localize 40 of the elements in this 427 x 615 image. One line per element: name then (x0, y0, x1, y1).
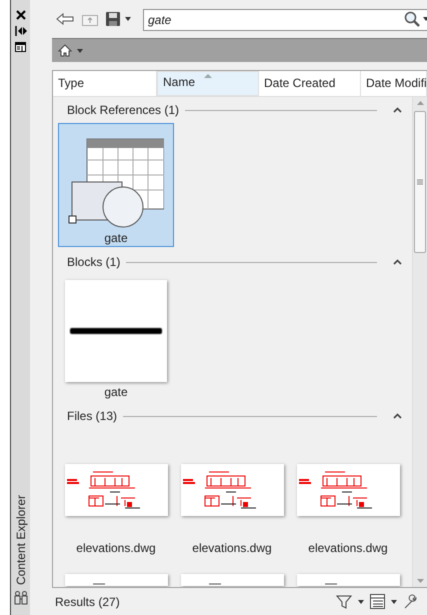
group-title: Block References (1) (67, 102, 180, 119)
item-name: elevations.dwg (76, 540, 156, 556)
auto-hide-icon[interactable] (14, 26, 26, 36)
wrench-icon[interactable] (403, 594, 419, 610)
group-title: Files (13) (67, 408, 118, 425)
save-icon[interactable] (106, 12, 120, 26)
caret-icon[interactable] (358, 600, 364, 604)
item-name: elevations.dwg (192, 540, 272, 556)
home-icon[interactable] (58, 44, 72, 57)
view-list-icon[interactable] (370, 594, 385, 609)
item-tile[interactable]: gate (58, 123, 174, 247)
palette-title: Content Explorer (12, 494, 28, 585)
item-name: gate (104, 230, 128, 246)
column-header[interactable]: Date Created (259, 71, 361, 96)
item-name: elevations.dwg (308, 540, 388, 556)
sort-arrow-icon (204, 74, 212, 78)
item-tile[interactable]: elevations.dwg (58, 441, 174, 563)
item-tile[interactable]: gate (58, 275, 174, 401)
folder-up-icon[interactable] (82, 12, 98, 26)
group-title: Blocks (1) (67, 254, 120, 271)
caret-icon[interactable] (391, 600, 397, 604)
caret-icon[interactable] (125, 17, 131, 21)
close-icon[interactable] (16, 10, 26, 20)
binoculars-icon[interactable] (14, 591, 28, 605)
results-count: Results (27) (55, 594, 120, 610)
filter-icon[interactable] (336, 594, 352, 608)
collapse-chevron-icon[interactable] (393, 413, 402, 419)
properties-icon[interactable] (15, 42, 26, 52)
scrollbar-thumb[interactable] (414, 111, 426, 253)
search-field[interactable]: gate (143, 9, 427, 31)
column-header[interactable]: Date Modifi (361, 71, 427, 96)
column-header[interactable]: Name (157, 71, 259, 96)
scrollbar[interactable] (412, 97, 427, 587)
collapse-chevron-icon[interactable] (393, 259, 402, 265)
collapse-chevron-icon[interactable] (393, 107, 402, 113)
item-tile[interactable]: elevations.dwg (174, 441, 290, 563)
search-icon[interactable] (404, 11, 420, 27)
back-arrow-icon[interactable] (56, 13, 74, 25)
item-name: gate (104, 384, 128, 400)
item-tile[interactable]: elevations.dwg (290, 441, 406, 563)
